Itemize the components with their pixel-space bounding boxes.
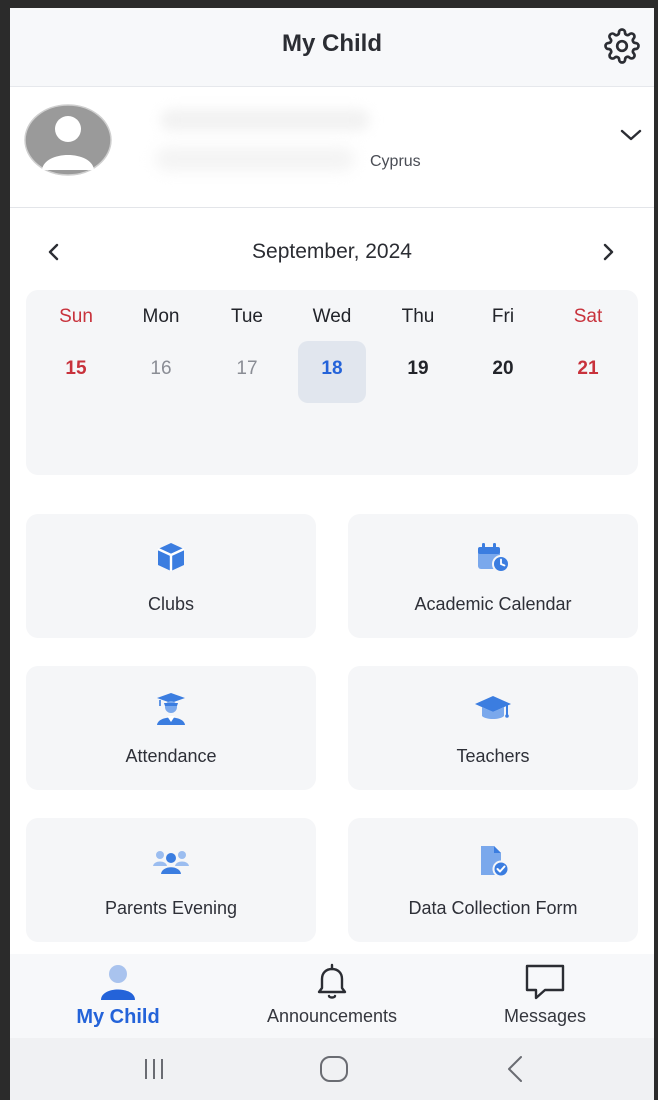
calendar-day[interactable]: 20 [469,341,537,403]
nav-label: Announcements [266,1006,398,1026]
month-navigation: September, 2024 [10,226,654,276]
tile-label: Data Collection Form [408,898,578,918]
calendar-day[interactable]: 17 [213,341,281,403]
attendance-tile[interactable]: Attendance [26,666,316,790]
page-title: My Child [282,30,382,57]
teachers-tile[interactable]: Teachers [348,666,638,790]
tile-label: Clubs [147,594,195,614]
week-calendar: Sun Mon Tue Wed Thu Fri Sat 15 16 17 18 … [26,290,638,475]
graduate-icon [157,693,185,725]
day-number: 20 [492,358,514,379]
chat-icon [525,964,565,1000]
child-country: Cyprus [370,153,421,170]
back-icon[interactable] [496,1052,536,1086]
day-number: 15 [65,358,87,379]
tile-label: Academic Calendar [414,594,572,614]
weekday-tue: Tue [230,306,264,327]
person-icon [101,965,135,1000]
chevron-down-icon[interactable] [618,125,644,145]
nav-label: My Child [76,1006,160,1028]
chevron-right-icon[interactable] [596,240,620,264]
cube-icon [157,543,185,571]
tile-label: Teachers [456,746,530,766]
home-icon[interactable] [314,1052,354,1086]
academic-calendar-tile[interactable]: Academic Calendar [348,514,638,638]
calendar-day[interactable]: 15 [42,341,110,403]
weekday-thu: Thu [401,306,435,327]
bell-icon [317,963,347,999]
child-profile-card[interactable]: Cyprus [10,87,654,208]
nav-messages[interactable]: Messages [480,954,610,1038]
bottom-navigation: My Child Announcements Messages [10,954,654,1038]
nav-label: Messages [503,1006,587,1026]
document-check-icon [481,846,510,878]
month-label: September, 2024 [252,240,412,263]
system-navigation-bar [10,1038,654,1100]
app-screen: My Child Cyprus September, 2024 Sun Mon … [10,8,654,1100]
parents-evening-tile[interactable]: Parents Evening [26,818,316,942]
calendar-day-selected[interactable]: 18 [298,341,366,403]
weekday-fri: Fri [491,306,515,327]
day-number: 21 [577,358,599,379]
weekday-wed: Wed [312,306,352,327]
school-name-redacted [155,147,355,171]
day-number: 16 [150,358,172,379]
nav-my-child[interactable]: My Child [40,954,196,1038]
recent-apps-icon[interactable] [134,1052,174,1086]
day-number: 17 [236,358,258,379]
clubs-tile[interactable]: Clubs [26,514,316,638]
day-number: 18 [321,358,343,379]
weekday-mon: Mon [142,306,180,327]
weekday-sat: Sat [573,306,603,327]
data-collection-form-tile[interactable]: Data Collection Form [348,818,638,942]
child-name-redacted [160,109,370,131]
nav-announcements[interactable]: Announcements [242,954,422,1038]
mortarboard-icon [475,696,511,719]
tile-label: Attendance [125,746,217,766]
weekday-sun: Sun [59,306,93,327]
group-icon [153,851,189,874]
tile-label: Parents Evening [104,898,238,918]
calendar-day[interactable]: 21 [554,341,622,403]
calendar-clock-icon [478,543,510,573]
calendar-day[interactable]: 19 [384,341,452,403]
day-number: 19 [407,358,429,379]
calendar-day[interactable]: 16 [127,341,195,403]
avatar[interactable] [24,104,112,176]
app-header: My Child [10,8,654,87]
gear-icon[interactable] [604,28,640,64]
